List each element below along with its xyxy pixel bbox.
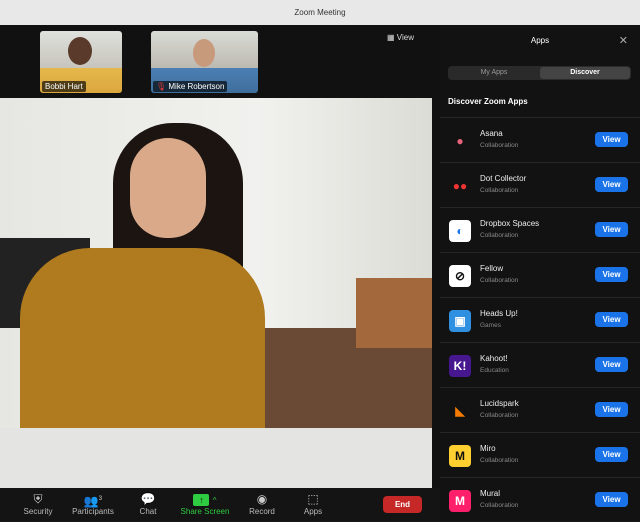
app-category: Collaboration — [480, 457, 519, 464]
view-button[interactable]: ▦ View — [387, 33, 414, 42]
app-list-item: ▣ Heads Up! Games View — [440, 297, 640, 342]
participant-count: 3 — [98, 496, 103, 502]
app-logo-icon: ◣ — [449, 400, 471, 422]
grid-icon: ▦ — [387, 33, 395, 42]
app-category: Collaboration — [480, 232, 519, 239]
app-logo-icon: ▣ — [449, 310, 471, 332]
share-arrow-icon: ↑ — [193, 494, 210, 506]
app-name: Dot Collector — [480, 174, 527, 183]
app-name: Dropbox Spaces — [480, 219, 540, 228]
app-name: Lucidspark — [480, 399, 519, 408]
view-app-button[interactable]: View — [595, 492, 628, 507]
record-label: Record — [249, 507, 275, 516]
participant-tile-mike[interactable]: 🎙 Mike Robertson — [151, 31, 258, 93]
app-name: Asana — [480, 129, 503, 138]
app-category: Collaboration — [480, 502, 519, 509]
participant-name: Mike Robertson — [168, 82, 225, 91]
app-category: Games — [480, 322, 501, 329]
view-label: View — [396, 33, 414, 42]
app-name: Miro — [480, 444, 496, 453]
apps-label: Apps — [303, 507, 323, 516]
view-app-button[interactable]: View — [595, 357, 628, 372]
view-app-button[interactable]: View — [595, 312, 628, 327]
app-name: Mural — [480, 489, 501, 498]
active-speaker-video — [0, 98, 432, 488]
app-name: Kahoot! — [480, 354, 508, 363]
chat-button[interactable]: 💬 Chat — [118, 491, 178, 516]
app-list-item: M Mural Collaboration View — [440, 477, 640, 522]
chevron-up-icon[interactable]: ^ — [213, 496, 217, 505]
app-category: Collaboration — [480, 412, 519, 419]
meeting-toolbar: ⛨ Security 👥3 Participants 💬 Chat ↑ ^ Share … — [0, 488, 440, 521]
chat-label: Chat — [139, 507, 157, 516]
tab-my-apps[interactable]: My Apps — [449, 67, 539, 79]
app-category: Collaboration — [480, 277, 519, 284]
app-logo-icon: K! — [449, 355, 471, 377]
app-logo-icon: M — [449, 445, 471, 467]
participants-icon: 👥3 — [83, 494, 103, 508]
app-list-item: ◐ Dropbox Spaces Collaboration View — [440, 207, 640, 252]
security-label: Security — [23, 507, 53, 516]
participant-name: Bobbi Hart — [42, 81, 86, 92]
app-logo-icon: ⊘ — [449, 265, 471, 287]
app-logo-icon: ●● — [449, 175, 471, 197]
view-app-button[interactable]: View — [595, 132, 628, 147]
participants-label: Participants — [72, 507, 114, 516]
view-app-button[interactable]: View — [595, 177, 628, 192]
view-app-button[interactable]: View — [595, 447, 628, 462]
view-app-button[interactable]: View — [595, 222, 628, 237]
app-list-item: ●● Dot Collector Collaboration View — [440, 162, 640, 207]
apps-button[interactable]: ⬚ Apps — [283, 491, 343, 516]
view-app-button[interactable]: View — [595, 267, 628, 282]
participant-tile-bobbi[interactable]: Bobbi Hart — [40, 31, 122, 93]
app-list-item: ◣ Lucidspark Collaboration View — [440, 387, 640, 432]
app-logo-icon: M — [449, 490, 471, 512]
shield-icon: ⛨ — [33, 492, 43, 506]
app-category: Collaboration — [480, 142, 519, 149]
panel-title: Apps — [530, 36, 550, 45]
muted-mic-icon: 🎙 — [156, 82, 167, 91]
apps-icon: ⬚ — [307, 492, 319, 506]
security-button[interactable]: ⛨ Security — [8, 491, 68, 516]
tab-discover[interactable]: Discover — [540, 67, 630, 79]
app-list-item: ● Asana Collaboration View — [440, 117, 640, 162]
view-app-button[interactable]: View — [595, 402, 628, 417]
close-icon[interactable]: ✕ — [619, 34, 628, 47]
app-name: Heads Up! — [480, 309, 518, 318]
app-list-item: M Miro Collaboration View — [440, 432, 640, 477]
app-category: Collaboration — [480, 187, 519, 194]
app-logo-icon: ◐ — [449, 220, 471, 242]
meeting-stage: Bobbi Hart 🎙 Mike Robertson ▦ View — [0, 25, 440, 488]
share-screen-label: Share Screen — [180, 507, 230, 516]
share-screen-button[interactable]: ↑ ^ Share Screen — [175, 491, 235, 516]
end-button[interactable]: End — [383, 496, 422, 513]
app-category: Education — [480, 367, 509, 374]
app-list-item: K! Kahoot! Education View — [440, 342, 640, 387]
app-logo-icon: ● — [449, 130, 471, 152]
apps-tabs: My Apps Discover — [448, 66, 631, 80]
section-heading: Discover Zoom Apps — [448, 97, 528, 106]
participants-button[interactable]: 👥3 Participants — [63, 491, 123, 516]
chat-icon: 💬 — [140, 492, 156, 506]
apps-panel: Apps ✕ My Apps Discover Discover Zoom Ap… — [440, 25, 640, 521]
window-title: Zoom Meeting — [0, 0, 640, 25]
app-list-item: ⊘ Fellow Collaboration View — [440, 252, 640, 297]
app-name: Fellow — [480, 264, 504, 273]
